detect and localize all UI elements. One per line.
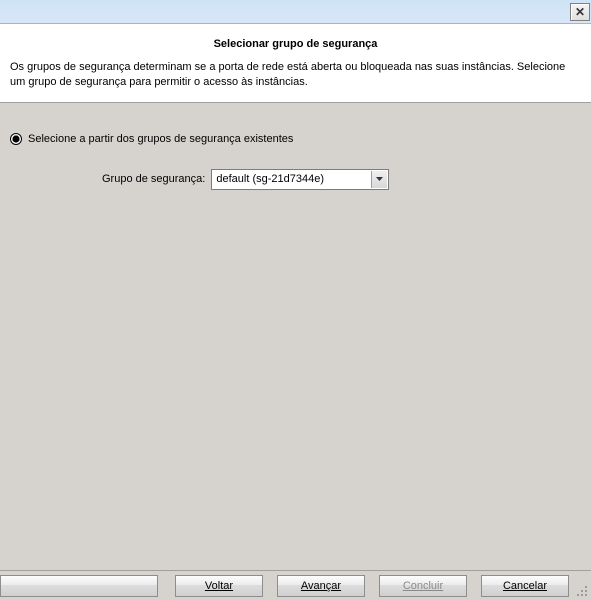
dialog-window: ✕ Selecionar grupo de segurança Os grupo… (0, 0, 591, 600)
content-area: Selecione a partir dos grupos de seguran… (0, 103, 591, 570)
chevron-down-icon (376, 177, 383, 181)
cancel-button[interactable]: Cancelar (481, 575, 569, 597)
finish-button: Concluir (379, 575, 467, 597)
security-group-field: Grupo de segurança: default (sg-21d7344e… (102, 169, 581, 190)
titlebar: ✕ (0, 0, 591, 24)
page-title: Selecionar grupo de segurança (10, 38, 581, 50)
next-button[interactable]: Avançar (277, 575, 365, 597)
back-button[interactable]: Voltar (175, 575, 263, 597)
footer-bar: Voltar Avançar Concluir Cancelar (0, 570, 591, 600)
security-group-label: Grupo de segurança: (102, 173, 205, 185)
security-group-selected-value: default (sg-21d7344e) (216, 173, 324, 185)
radio-existing-input[interactable] (10, 133, 22, 145)
dropdown-button[interactable] (371, 171, 387, 188)
security-group-dropdown[interactable]: default (sg-21d7344e) (211, 169, 389, 190)
header-panel: Selecionar grupo de segurança Os grupos … (0, 24, 591, 103)
close-icon: ✕ (575, 5, 585, 19)
page-description: Os grupos de segurança determinam se a p… (10, 60, 581, 90)
resize-grip[interactable] (575, 584, 589, 598)
radio-existing-label: Selecione a partir dos grupos de seguran… (28, 133, 293, 145)
close-button[interactable]: ✕ (570, 3, 590, 21)
footer-blank-button[interactable] (0, 575, 158, 597)
radio-option-existing[interactable]: Selecione a partir dos grupos de seguran… (10, 133, 581, 145)
